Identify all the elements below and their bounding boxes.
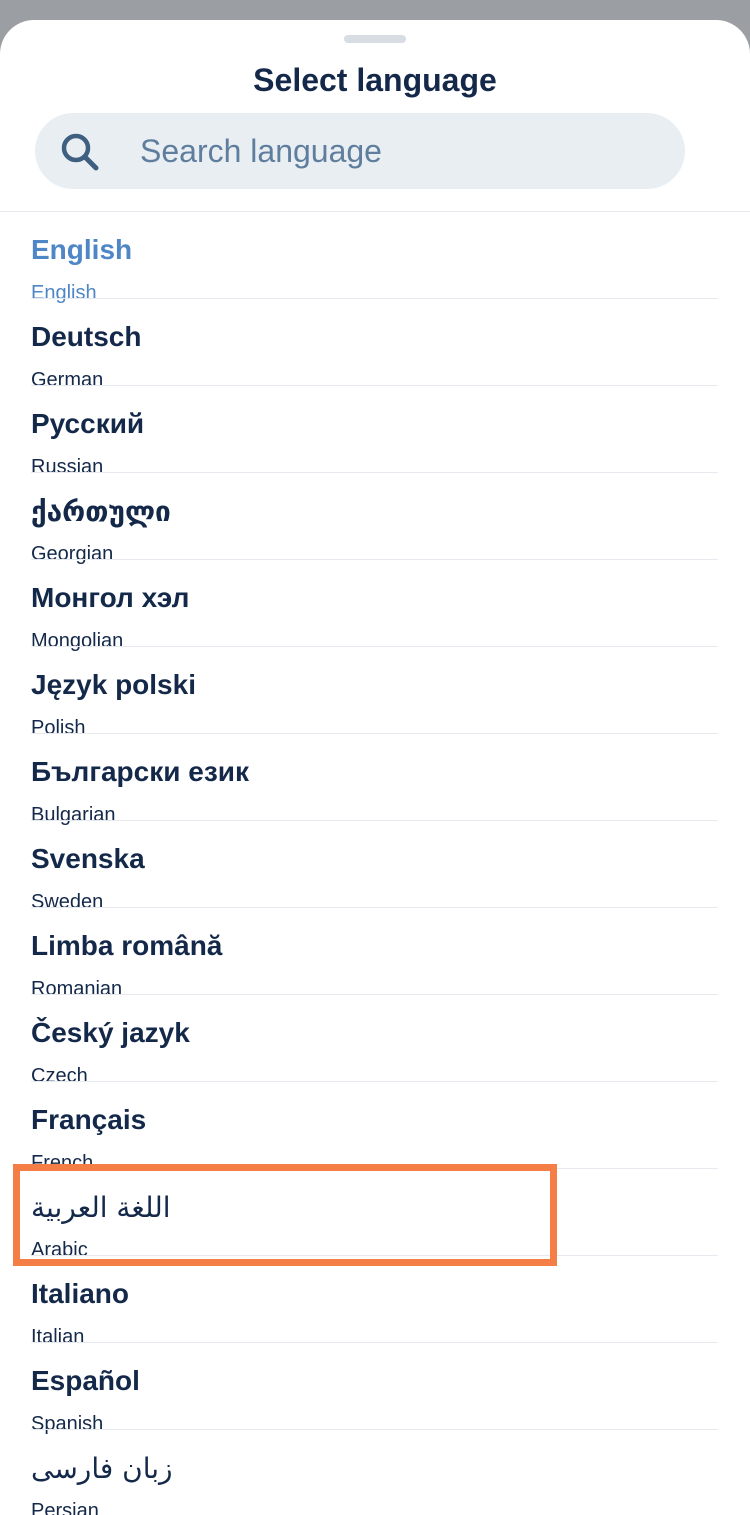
- language-item-persian[interactable]: زبان فارسی Persian: [0, 1430, 750, 1515]
- language-native-name: Български език: [31, 756, 249, 787]
- language-item-russian[interactable]: Русский Russian: [0, 386, 750, 478]
- language-native-name: Français: [31, 1104, 147, 1135]
- language-item-georgian[interactable]: ქართული Georgian: [0, 473, 750, 565]
- language-item-bulgarian[interactable]: Български език Bulgarian: [0, 734, 750, 826]
- language-native-name: اللغة العربية: [31, 1191, 171, 1224]
- language-english-name: Persian: [31, 1500, 99, 1515]
- language-native-name: Italiano: [31, 1278, 130, 1309]
- language-item-czech[interactable]: Český jazyk Czech: [0, 995, 750, 1087]
- language-native-name: Español: [31, 1365, 140, 1396]
- language-native-name: ქართული: [31, 496, 171, 527]
- language-item-french[interactable]: Français French: [0, 1082, 750, 1174]
- language-native-name: Монгол хэл: [31, 582, 190, 613]
- language-item-english[interactable]: English English: [0, 212, 750, 304]
- language-native-name: Český jazyk: [31, 1017, 190, 1048]
- sheet-grabber[interactable]: [344, 35, 406, 43]
- language-native-name: English: [31, 234, 133, 265]
- language-item-mongolian[interactable]: Монгол хэл Mongolian: [0, 560, 750, 652]
- language-native-name: Limba română: [31, 930, 223, 961]
- language-native-name: Deutsch: [31, 321, 142, 352]
- language-native-name: Русский: [31, 408, 145, 439]
- language-item-arabic[interactable]: اللغة العربية Arabic: [0, 1169, 750, 1261]
- search-input[interactable]: [140, 113, 660, 189]
- language-item-polish[interactable]: Język polski Polish: [0, 647, 750, 739]
- language-sheet: Select language English English Deutsch …: [0, 20, 750, 1515]
- language-native-name: Svenska: [31, 843, 145, 874]
- language-list[interactable]: English English Deutsch German Русский R…: [0, 212, 750, 1515]
- language-native-name: Język polski: [31, 669, 196, 700]
- language-item-swedish[interactable]: Svenska Sweden: [0, 821, 750, 913]
- search-bar[interactable]: [35, 113, 685, 189]
- language-item-romanian[interactable]: Limba română Romanian: [0, 908, 750, 1000]
- language-item-german[interactable]: Deutsch German: [0, 299, 750, 391]
- language-item-spanish[interactable]: Español Spanish: [0, 1343, 750, 1435]
- language-native-name: زبان فارسی: [31, 1452, 173, 1485]
- search-icon: [61, 133, 99, 171]
- language-item-italian[interactable]: Italiano Italian: [0, 1256, 750, 1348]
- page-title: Select language: [253, 62, 497, 98]
